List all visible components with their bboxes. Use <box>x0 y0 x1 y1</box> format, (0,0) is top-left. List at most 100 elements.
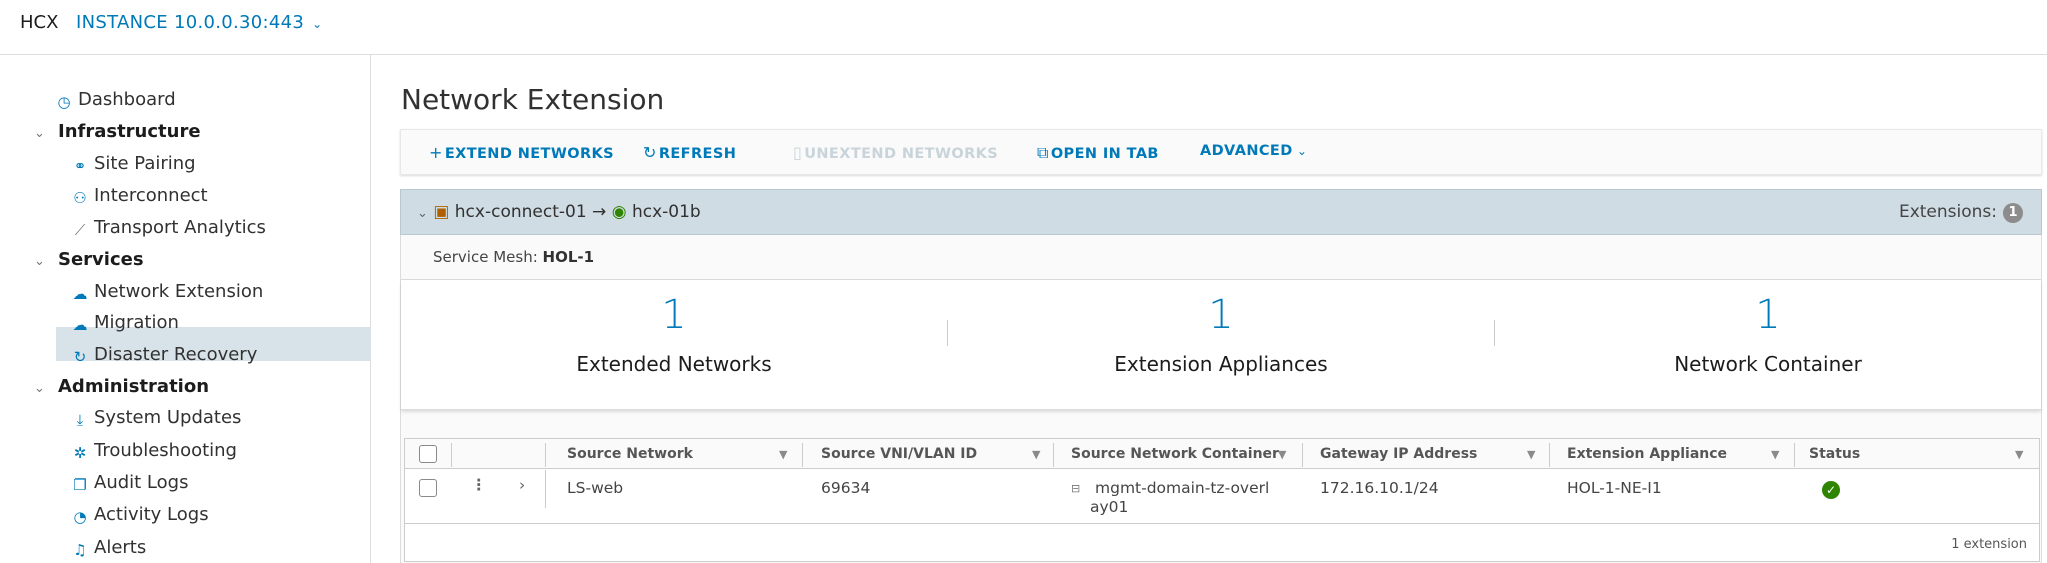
unextend-networks-button[interactable]: ▯ UNEXTEND NETWORKS <box>793 143 998 162</box>
recovery-icon: ↻ <box>73 348 87 366</box>
sidebar-item-migration[interactable]: ☁ Migration <box>72 312 179 333</box>
column-divider <box>1794 443 1795 467</box>
select-all-checkbox[interactable] <box>419 445 437 463</box>
service-mesh-value: HOL-1 <box>542 248 595 266</box>
sidebar-item-label: Dashboard <box>78 89 176 110</box>
column-header-extension-appliance[interactable]: Extension Appliance <box>1567 446 1727 462</box>
download-icon: ⤓ <box>76 411 84 429</box>
sidebar-item-label: Migration <box>94 312 179 333</box>
filter-icon[interactable]: ▼ <box>1278 448 1286 461</box>
table-row[interactable]: ⋮ › LS-web 69634 ⊟ mgmt-domain-tz-overl … <box>405 470 2039 524</box>
column-divider <box>545 470 546 508</box>
sidebar-item-site-pairing[interactable]: ⚭ Site Pairing <box>72 153 196 174</box>
dashboard-icon: ◷ <box>57 93 71 111</box>
cloud-migrate-icon: ☁ <box>72 316 88 334</box>
arrow-right-icon: → <box>592 202 607 222</box>
sidebar-item-interconnect[interactable]: ⚇ Interconnect <box>72 185 208 207</box>
sidebar: ◷ Dashboard ⌄ Infrastructure ⚭ Site Pairing… <box>0 55 371 563</box>
column-header-gateway-ip[interactable]: Gateway IP Address <box>1320 446 1477 462</box>
cell-extension-appliance: HOL-1-NE-I1 <box>1567 479 1662 497</box>
sidebar-item-label: Audit Logs <box>94 472 189 493</box>
expand-row-icon[interactable]: › <box>519 476 525 494</box>
cell-vlan-id: 69634 <box>821 479 871 497</box>
instance-label: INSTANCE 10.0.0.30:443 <box>76 12 305 33</box>
cell-network-container-line1: mgmt-domain-tz-overl <box>1095 479 1270 497</box>
cell-network-container-line2: ay01 <box>1090 498 1129 516</box>
stat-network-container: 1 Network Container <box>1495 280 2041 410</box>
nodes-icon: ⚇ <box>73 189 87 207</box>
instance-selector[interactable]: INSTANCE 10.0.0.30:443 ⌄ <box>76 12 323 33</box>
row-count: 1 extension <box>1951 537 2027 552</box>
bell-icon: ♫ <box>73 541 87 559</box>
column-divider <box>451 443 452 467</box>
sidebar-item-troubleshooting[interactable]: ✲ Troubleshooting <box>72 440 237 461</box>
filter-icon[interactable]: ▼ <box>1032 448 1040 461</box>
column-header-vlan-id[interactable]: Source VNI/VLAN ID <box>821 446 977 462</box>
status-ok-icon: ✓ <box>1822 481 1840 499</box>
table-footer: 1 extension <box>405 525 2039 561</box>
sidebar-item-label: Site Pairing <box>94 153 196 174</box>
extensions-label: Extensions: <box>1898 202 1997 222</box>
chevron-down-icon: ⌄ <box>1292 144 1308 158</box>
app-brand: HCX <box>20 12 59 33</box>
page-title: Network Extension <box>401 83 665 116</box>
advanced-menu-button[interactable]: ADVANCED ⌄ <box>1200 143 1309 159</box>
filter-icon[interactable]: ▼ <box>1771 448 1779 461</box>
chevron-down-icon: ⌄ <box>34 126 45 141</box>
top-header: HCX INSTANCE 10.0.0.30:443 ⌄ <box>0 0 2047 55</box>
stat-extended-networks: 1 Extended Networks <box>401 280 947 410</box>
cell-source-network: LS-web <box>567 479 624 497</box>
refresh-icon: ↻ <box>643 143 657 162</box>
sidebar-item-label: Network Extension <box>94 281 264 302</box>
sidebar-item-audit-logs[interactable]: ❐ Audit Logs <box>72 472 188 493</box>
column-header-status[interactable]: Status <box>1809 446 1860 462</box>
service-mesh-body: Service Mesh: HOL-1 1 Extended Networks … <box>400 235 2042 563</box>
stat-label: Extended Networks <box>576 352 772 376</box>
sidebar-item-label: System Updates <box>94 407 242 428</box>
sidebar-item-label: Interconnect <box>94 185 208 206</box>
sidebar-item-label: Troubleshooting <box>94 440 237 461</box>
sidebar-item-system-updates[interactable]: ⤓ System Updates <box>72 407 242 429</box>
external-link-icon: ⧉ <box>1037 143 1049 162</box>
site-icon: ▣ <box>433 202 450 222</box>
refresh-button[interactable]: ↻ REFRESH <box>643 143 736 162</box>
chevron-down-icon: ⌄ <box>312 17 323 31</box>
filter-icon[interactable]: ▼ <box>779 448 787 461</box>
sidebar-item-transport-analytics[interactable]: ⟋ Transport Analytics <box>72 217 266 238</box>
column-header-network-container[interactable]: Source Network Container <box>1071 446 1279 462</box>
bug-icon: ✲ <box>73 444 87 462</box>
sidebar-item-network-extension[interactable]: ☁ Network Extension <box>72 281 264 302</box>
container-icon: ⊟ <box>1071 482 1081 495</box>
sidebar-group-infrastructure[interactable]: ⌄ Infrastructure <box>34 121 201 142</box>
trash-icon: ▯ <box>793 143 803 162</box>
service-mesh-row: Service Mesh: HOL-1 <box>401 235 2041 280</box>
unextend-networks-label: UNEXTEND NETWORKS <box>804 146 999 162</box>
column-header-source-network[interactable]: Source Network <box>567 446 693 462</box>
open-in-tab-button[interactable]: ⧉ OPEN IN TAB <box>1037 143 1159 163</box>
cell-gateway-ip: 172.16.10.1/24 <box>1320 479 1439 497</box>
action-toolbar: + EXTEND NETWORKS ↻ REFRESH ▯ UNEXTEND NETW… <box>400 129 2042 175</box>
service-mesh-header[interactable]: ⌄ ▣ hcx-connect-01 → ◉ hcx-01b Extension… <box>400 189 2042 235</box>
extend-networks-button[interactable]: + EXTEND NETWORKS <box>429 143 614 162</box>
stat-extension-appliances: 1 Extension Appliances <box>948 280 1494 410</box>
sidebar-item-dashboard[interactable]: ◷ Dashboard <box>56 89 176 111</box>
filter-icon[interactable]: ▼ <box>1527 448 1535 461</box>
history-icon: ◔ <box>73 508 87 526</box>
column-divider <box>1053 443 1054 467</box>
sidebar-item-disaster-recovery[interactable]: ↻ Disaster Recovery <box>72 344 258 366</box>
sidebar-item-label: Activity Logs <box>94 504 209 525</box>
sidebar-group-label: Infrastructure <box>58 121 201 142</box>
row-checkbox[interactable] <box>419 479 437 497</box>
sidebar-item-label: Alerts <box>94 537 147 558</box>
column-divider <box>802 443 803 467</box>
stat-label: Network Container <box>1674 352 1862 376</box>
sidebar-group-administration[interactable]: ⌄ Administration <box>34 376 209 397</box>
row-actions-icon[interactable]: ⋮ <box>471 476 487 494</box>
sidebar-group-services[interactable]: ⌄ Services <box>34 249 144 270</box>
sidebar-item-alerts[interactable]: ♫ Alerts <box>72 537 146 558</box>
chevron-down-icon: ⌄ <box>34 254 45 269</box>
site-pair-path: ⌄ ▣ hcx-connect-01 → ◉ hcx-01b <box>417 202 701 222</box>
sidebar-item-activity-logs[interactable]: ◔ Activity Logs <box>72 504 209 526</box>
sidebar-item-label: Disaster Recovery <box>94 344 258 365</box>
filter-icon[interactable]: ▼ <box>2015 448 2023 461</box>
